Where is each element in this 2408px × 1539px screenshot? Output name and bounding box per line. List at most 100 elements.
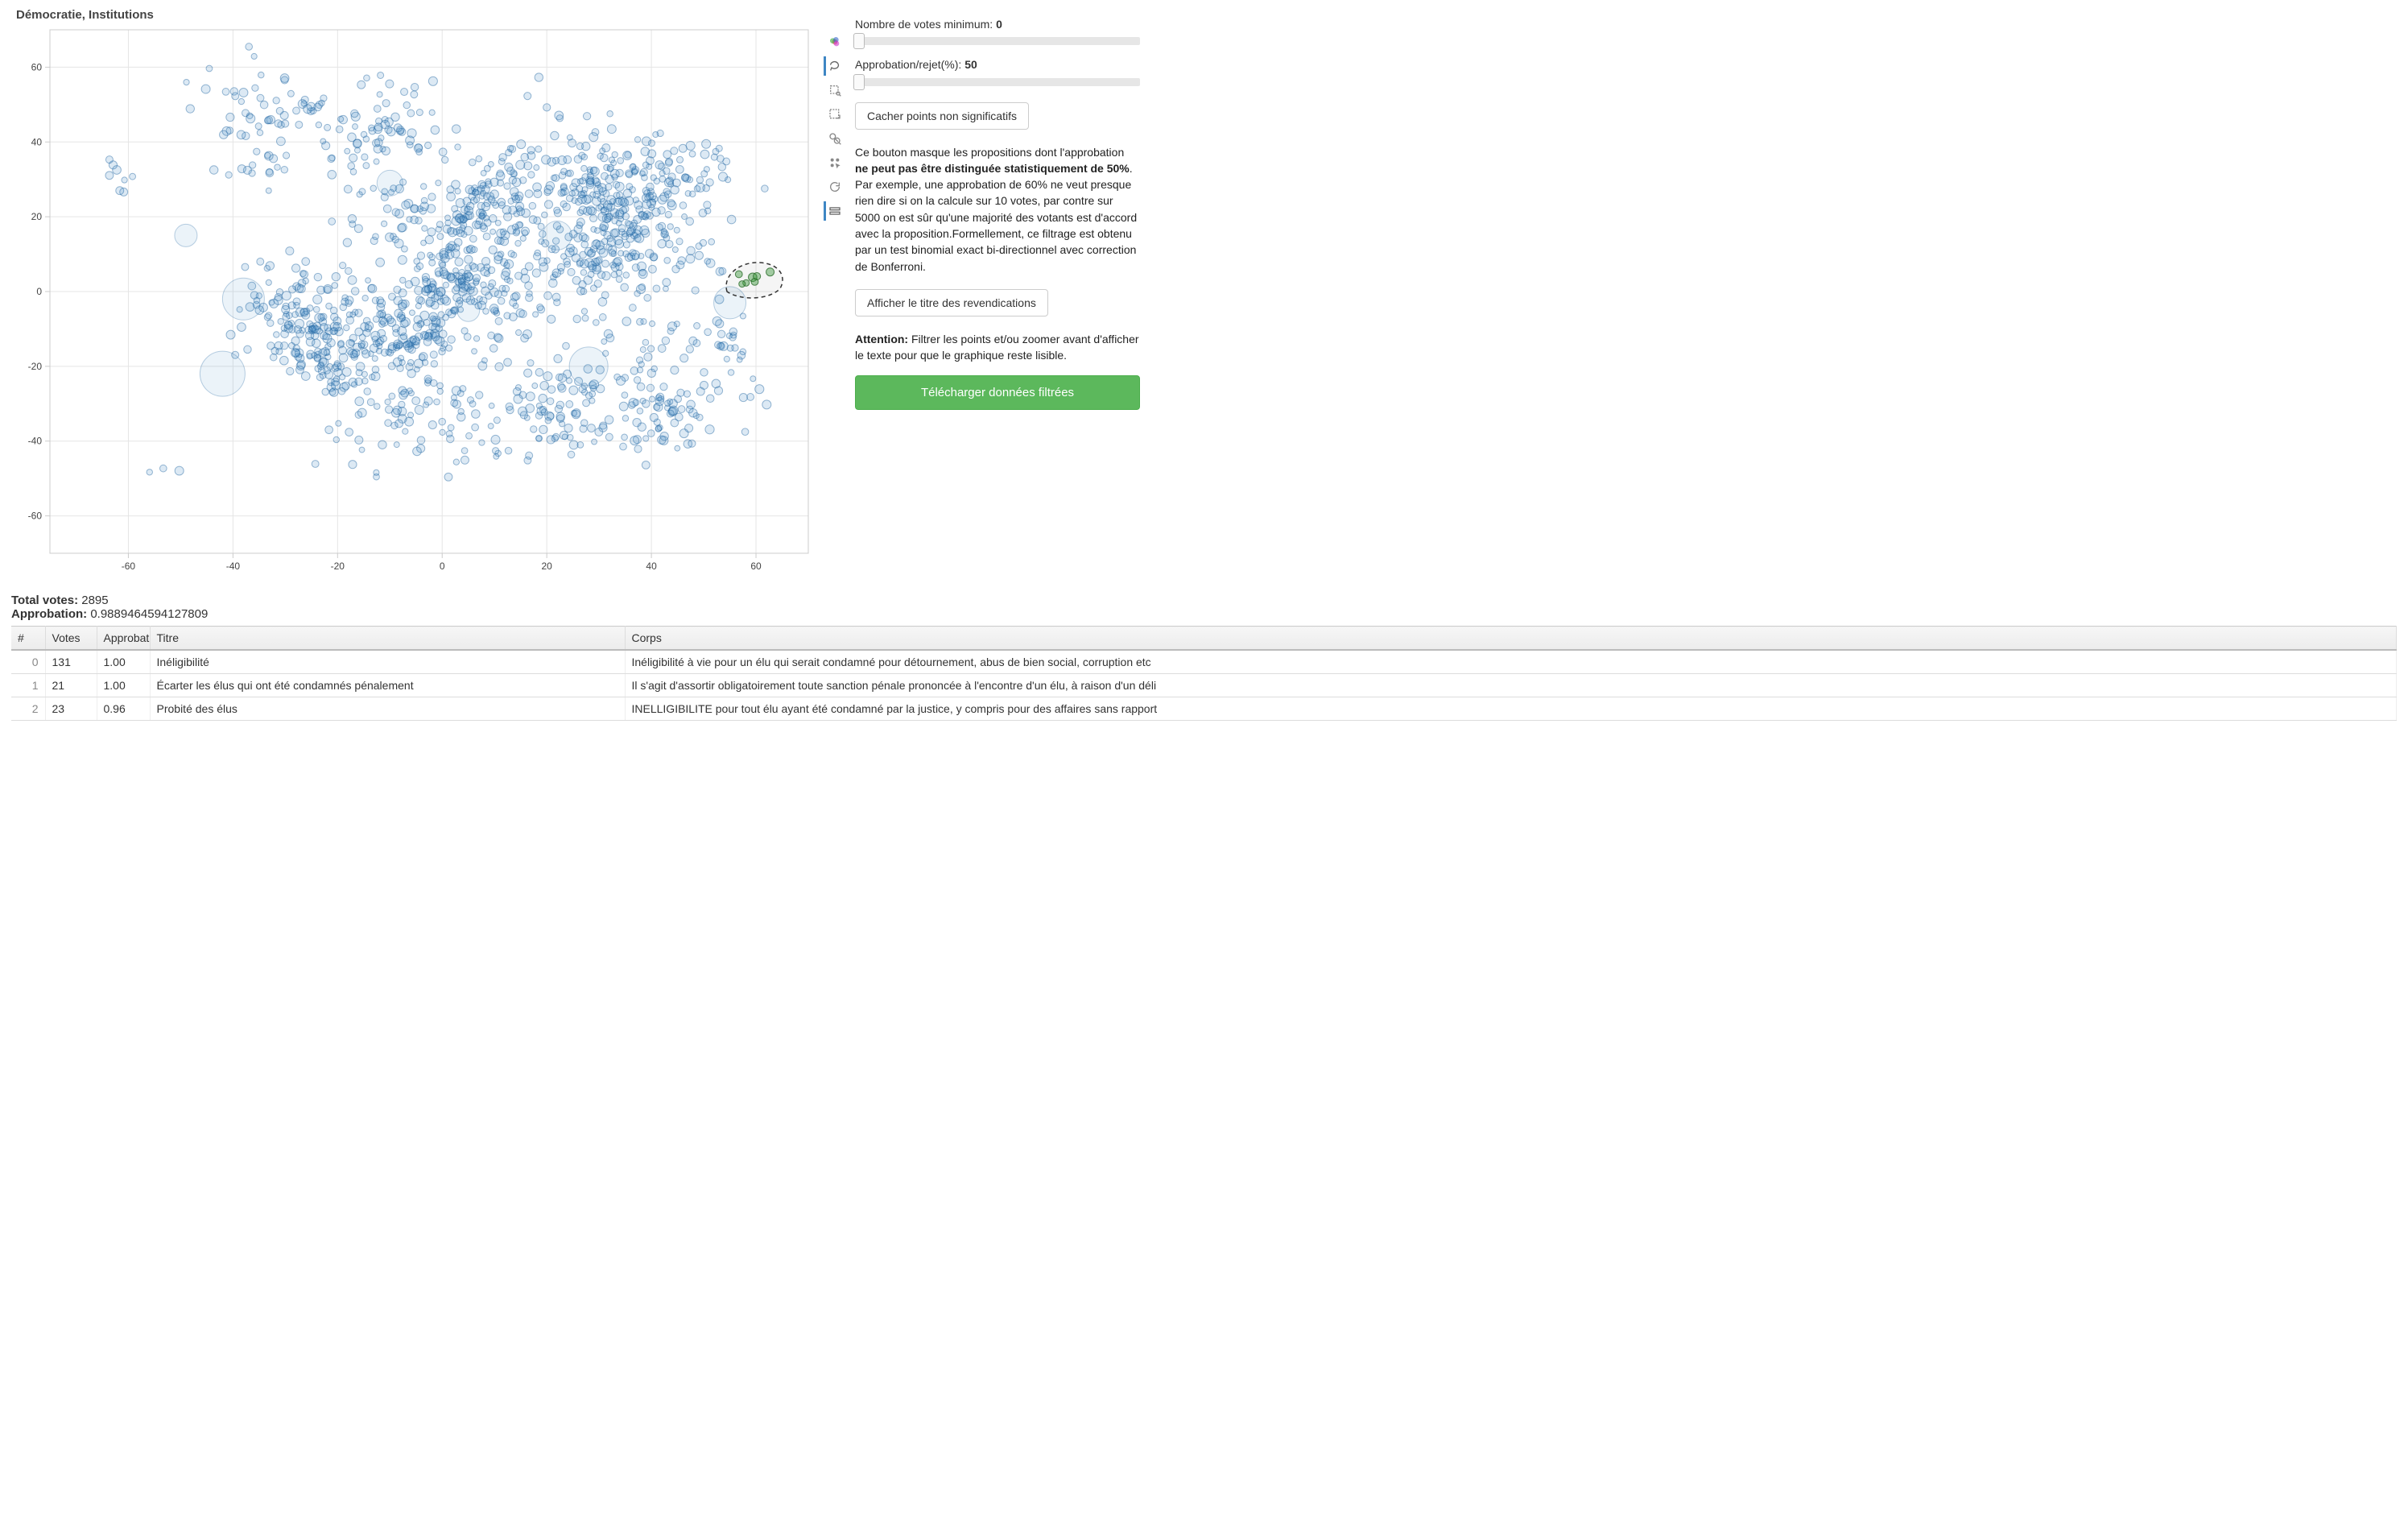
data-point[interactable] (489, 246, 497, 254)
data-point[interactable] (421, 240, 427, 246)
data-point[interactable] (392, 325, 399, 332)
data-point[interactable] (481, 358, 487, 363)
data-point[interactable] (688, 440, 696, 447)
data-point[interactable] (489, 279, 496, 287)
data-point[interactable] (415, 303, 421, 308)
data-point[interactable] (532, 383, 538, 389)
data-point[interactable] (620, 207, 627, 214)
data-point[interactable] (700, 239, 706, 246)
data-point[interactable] (629, 398, 638, 407)
data-point[interactable] (499, 154, 506, 161)
data-point[interactable] (583, 113, 590, 120)
data-point[interactable] (495, 362, 503, 370)
data-point[interactable] (427, 228, 436, 236)
data-point[interactable] (504, 358, 512, 366)
data-point[interactable] (274, 296, 283, 304)
data-point[interactable] (357, 192, 362, 197)
data-point[interactable] (580, 288, 587, 295)
data-point[interactable] (345, 148, 350, 154)
data-point[interactable] (288, 320, 295, 326)
data-point[interactable] (376, 258, 385, 267)
data-point[interactable] (642, 137, 651, 146)
data-point[interactable] (437, 388, 443, 394)
data-point[interactable] (175, 466, 184, 475)
data-point[interactable] (392, 236, 399, 242)
data-point[interactable] (642, 461, 650, 469)
data-point[interactable] (314, 103, 322, 111)
data-point[interactable] (336, 420, 341, 426)
data-point[interactable] (675, 445, 680, 451)
min-votes-slider[interactable] (855, 37, 1140, 45)
data-point[interactable] (527, 147, 535, 154)
data-point[interactable] (431, 333, 440, 341)
data-point[interactable] (667, 224, 673, 230)
data-point[interactable] (577, 209, 584, 216)
data-point[interactable] (580, 259, 589, 268)
data-point[interactable] (434, 292, 443, 300)
data-point[interactable] (431, 301, 439, 309)
data-point[interactable] (439, 260, 446, 267)
data-point[interactable] (544, 201, 552, 209)
data-point[interactable] (316, 374, 323, 380)
data-point[interactable] (341, 298, 349, 305)
data-point[interactable] (582, 143, 590, 151)
data-point[interactable] (411, 83, 418, 90)
data-point[interactable] (569, 441, 578, 449)
data-point[interactable] (679, 202, 687, 209)
data-point[interactable] (521, 227, 529, 235)
data-point[interactable] (632, 167, 639, 174)
data-point[interactable] (634, 445, 642, 453)
data-point[interactable] (311, 325, 318, 333)
data-point[interactable] (547, 315, 556, 323)
data-point[interactable] (637, 408, 642, 414)
data-point[interactable] (643, 436, 649, 441)
data-point[interactable] (473, 275, 480, 282)
data-point[interactable] (655, 425, 661, 431)
data-point[interactable] (534, 253, 541, 260)
data-point[interactable] (554, 207, 560, 213)
data-point[interactable] (307, 354, 312, 359)
data-point[interactable] (602, 144, 610, 152)
data-point[interactable] (374, 145, 382, 153)
data-point[interactable] (494, 453, 499, 459)
data-point[interactable] (252, 85, 258, 91)
data-point[interactable] (476, 391, 483, 399)
data-point[interactable] (467, 397, 473, 403)
data-point[interactable] (447, 273, 455, 281)
data-point[interactable] (275, 341, 283, 350)
data-point[interactable] (700, 369, 708, 376)
data-point[interactable] (251, 53, 257, 59)
data-point[interactable] (278, 318, 283, 324)
data-point[interactable] (411, 91, 418, 98)
data-point[interactable] (667, 200, 675, 207)
data-point[interactable] (328, 170, 337, 179)
data-point[interactable] (394, 345, 400, 351)
data-point[interactable] (535, 146, 542, 152)
data-point[interactable] (647, 345, 654, 352)
data-point[interactable] (275, 164, 280, 170)
data-point[interactable] (392, 408, 401, 417)
data-point[interactable] (399, 300, 407, 308)
data-point[interactable] (455, 258, 463, 266)
data-point[interactable] (355, 378, 362, 385)
data-point[interactable] (258, 72, 264, 77)
data-point[interactable] (464, 277, 469, 283)
data-point[interactable] (558, 374, 566, 382)
data-point[interactable] (391, 113, 399, 121)
data-point[interactable] (642, 400, 650, 408)
data-point[interactable] (601, 198, 606, 204)
data-point[interactable] (465, 206, 473, 215)
data-point[interactable] (340, 374, 345, 380)
data-point[interactable] (428, 77, 437, 85)
box-select-icon[interactable] (824, 105, 843, 124)
data-point[interactable] (596, 257, 602, 263)
data-point[interactable] (225, 172, 232, 178)
data-point[interactable] (526, 404, 535, 413)
data-point[interactable] (273, 97, 279, 104)
data-point[interactable] (452, 287, 459, 294)
data-point[interactable] (521, 334, 529, 342)
data-point[interactable] (491, 435, 500, 444)
data-point[interactable] (547, 436, 555, 444)
data-point[interactable] (602, 260, 609, 267)
data-point[interactable] (605, 433, 613, 441)
